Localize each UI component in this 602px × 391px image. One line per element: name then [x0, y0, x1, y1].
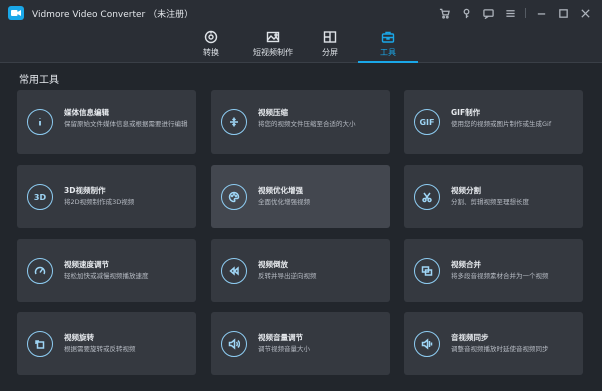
- tool-desc: 轻松加快或减慢视频播放速度: [64, 272, 149, 280]
- title-bar: Vidmore Video Converter （未注册）: [0, 0, 602, 26]
- tool-title: 视频合并: [451, 260, 481, 269]
- feedback-icon[interactable]: [477, 2, 499, 24]
- tool-title: GIF制作: [451, 108, 481, 117]
- tab-toolbox[interactable]: 工具: [358, 26, 418, 63]
- tool-title: 视频优化增强: [258, 186, 303, 195]
- info-icon: [27, 109, 53, 135]
- tool-desc: 将2D视频制作成3D视频: [64, 198, 135, 206]
- main-nav: 转换 短视频制作 分屏 工具: [0, 26, 602, 63]
- collage-icon: [323, 31, 337, 43]
- compress-icon: [221, 109, 247, 135]
- palette-icon: [221, 184, 247, 210]
- merge-icon: [414, 258, 440, 284]
- cart-icon[interactable]: [433, 2, 455, 24]
- tool-title: 视频旋转: [64, 333, 94, 342]
- tools-grid: 媒体信息编辑 保留原始文件媒体信息或根据需要进行编辑 视频压缩 将您的视频文件压…: [17, 90, 585, 388]
- tool-card-3d-maker[interactable]: 3D 3D视频制作 将2D视频制作成3D视频: [17, 165, 196, 228]
- tool-card-video-merger[interactable]: 视频合并 将多段音视频素材合并为一个视频: [404, 239, 583, 302]
- tool-desc: 保留原始文件媒体信息或根据需要进行编辑: [64, 120, 188, 128]
- section-title: 常用工具: [19, 75, 59, 86]
- tool-card-media-metadata[interactable]: 媒体信息编辑 保留原始文件媒体信息或根据需要进行编辑: [17, 90, 196, 154]
- tab-short-video[interactable]: 短视频制作: [238, 26, 308, 62]
- tool-desc: 将多段音视频素材合并为一个视频: [451, 272, 549, 280]
- tab-label: 转换: [203, 48, 219, 57]
- tab-label: 分屏: [322, 48, 338, 57]
- tab-convert[interactable]: 转换: [181, 26, 241, 62]
- scissors-icon: [414, 184, 440, 210]
- tool-desc: 全面优化增强视频: [258, 198, 310, 206]
- title-separator: [525, 8, 526, 18]
- tool-desc: 将您的视频文件压缩至合适的大小: [258, 120, 356, 128]
- app-title: Vidmore Video Converter （未注册）: [32, 9, 194, 20]
- tool-card-video-compressor[interactable]: 视频压缩 将您的视频文件压缩至合适的大小: [211, 90, 390, 154]
- tool-title: 视频压缩: [258, 108, 288, 117]
- tool-desc: 使用您的视频或图片制作或生成Gif: [451, 120, 552, 128]
- tool-card-video-rotator[interactable]: 视频旋转 根据需要旋转或反转视频: [17, 312, 196, 375]
- maximize-icon[interactable]: [552, 2, 574, 24]
- tool-card-video-reverser[interactable]: 视频倒放 反转并导出逆向视频: [211, 239, 390, 302]
- menu-icon[interactable]: [499, 2, 521, 24]
- tool-card-video-trimmer[interactable]: 视频分割 分割、剪辑视频至理想长度: [404, 165, 583, 228]
- key-icon[interactable]: [455, 2, 477, 24]
- tool-desc: 分割、剪辑视频至理想长度: [451, 198, 529, 206]
- 3d-icon: 3D: [27, 184, 53, 210]
- tool-title: 3D视频制作: [64, 186, 106, 195]
- tool-card-audio-sync[interactable]: 音视频同步 调整音视频播放时延使音视频同步: [404, 312, 583, 375]
- tool-card-gif-maker[interactable]: GIF GIF制作 使用您的视频或图片制作或生成Gif: [404, 90, 583, 154]
- tool-card-volume-booster[interactable]: 视频音量调节 调节视频音量大小: [211, 312, 390, 375]
- tool-desc: 反转并导出逆向视频: [258, 272, 317, 280]
- tool-card-video-enhancer[interactable]: 视频优化增强 全面优化增强视频: [211, 165, 390, 228]
- mv-icon: [266, 31, 280, 43]
- tool-title: 视频分割: [451, 186, 481, 195]
- tool-desc: 根据需要旋转或反转视频: [64, 345, 136, 353]
- tool-title: 视频倒放: [258, 260, 288, 269]
- sync-icon: [414, 331, 440, 357]
- gif-icon: GIF: [414, 109, 440, 135]
- toolbox-icon: [381, 31, 395, 43]
- minimize-icon[interactable]: [530, 2, 552, 24]
- tool-title: 视频音量调节: [258, 333, 303, 342]
- tab-label: 工具: [380, 48, 396, 57]
- tool-card-speed-controller[interactable]: 视频速度调节 轻松加快或减慢视频播放速度: [17, 239, 196, 302]
- tab-label: 短视频制作: [253, 48, 293, 57]
- speedometer-icon: [27, 258, 53, 284]
- tool-desc: 调节视频音量大小: [258, 345, 310, 353]
- rewind-icon: [221, 258, 247, 284]
- close-icon[interactable]: [574, 2, 596, 24]
- tab-collage[interactable]: 分屏: [300, 26, 360, 62]
- tool-title: 媒体信息编辑: [64, 108, 109, 117]
- convert-icon: [204, 30, 218, 44]
- rotate-icon: [27, 331, 53, 357]
- tool-desc: 调整音视频播放时延使音视频同步: [451, 345, 549, 353]
- tool-title: 视频速度调节: [64, 260, 109, 269]
- app-logo-icon: [8, 6, 24, 20]
- volume-icon: [221, 331, 247, 357]
- tool-title: 音视频同步: [451, 333, 489, 342]
